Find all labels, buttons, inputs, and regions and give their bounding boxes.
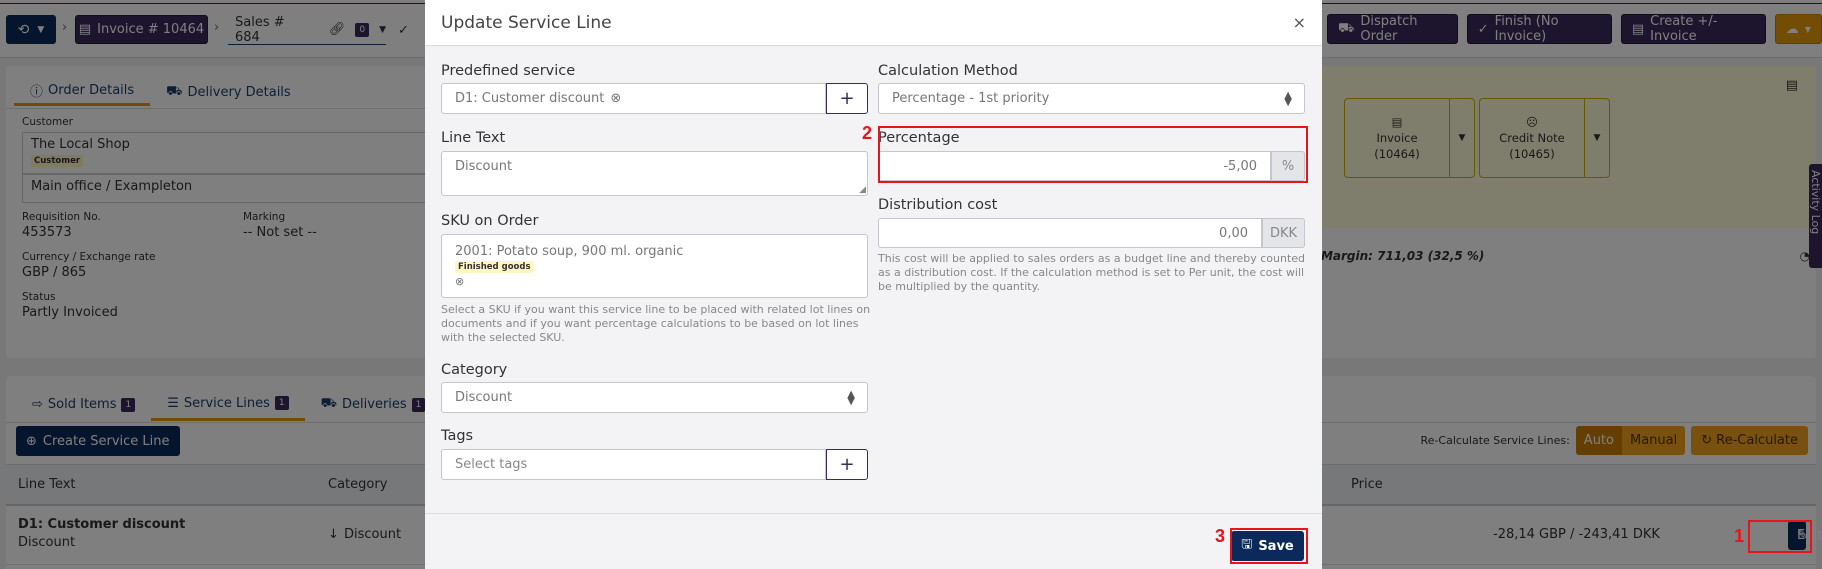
plus-icon: + bbox=[839, 454, 855, 475]
category-label: Category bbox=[441, 362, 508, 378]
calculation-method-label: Calculation Method bbox=[878, 63, 1018, 79]
annotation-box-3 bbox=[1230, 528, 1308, 564]
select-arrows-icon: ▲ ▼ bbox=[1284, 89, 1292, 108]
predefined-service-select[interactable]: D1: Customer discount ⊗ bbox=[441, 83, 826, 114]
modal-title: Update Service Line bbox=[441, 12, 612, 33]
annotation-box-2 bbox=[878, 126, 1308, 183]
add-tag-button[interactable]: + bbox=[826, 449, 868, 480]
category-select[interactable]: Discount ▲ ▼ bbox=[441, 382, 868, 413]
annotation-box-1 bbox=[1748, 520, 1812, 553]
update-service-line-modal: Update Service Line × Predefined service… bbox=[425, 0, 1322, 569]
plus-icon: + bbox=[839, 88, 855, 109]
modal-header: Update Service Line × bbox=[425, 0, 1322, 46]
distribution-cost-help-text: This cost will be applied to sales order… bbox=[878, 252, 1306, 293]
line-text-input[interactable]: Discount ◢ bbox=[441, 151, 868, 196]
tags-select[interactable]: Select tags bbox=[441, 449, 826, 480]
modal-footer-divider bbox=[425, 513, 1322, 514]
sku-select[interactable]: 2001: Potato soup, 900 ml. organic Finis… bbox=[441, 234, 868, 298]
line-text-label: Line Text bbox=[441, 130, 506, 146]
sku-badge: Finished goods bbox=[455, 261, 534, 273]
annotation-label-3: 3 bbox=[1215, 526, 1226, 546]
calculation-method-select[interactable]: Percentage - 1st priority ▲ ▼ bbox=[878, 83, 1305, 114]
distribution-cost-suffix: DKK bbox=[1262, 218, 1305, 248]
tags-label: Tags bbox=[441, 428, 474, 444]
clear-icon[interactable]: ⊗ bbox=[610, 91, 621, 106]
resize-handle-icon[interactable]: ◢ bbox=[859, 185, 866, 195]
sku-help-text: Select a SKU if you want this service li… bbox=[441, 303, 871, 344]
predefined-service-label: Predefined service bbox=[441, 63, 576, 79]
close-icon[interactable]: × bbox=[1293, 13, 1306, 32]
distribution-cost-label: Distribution cost bbox=[878, 197, 998, 213]
sku-label: SKU on Order bbox=[441, 213, 539, 229]
clear-icon[interactable]: ⊗ bbox=[455, 275, 464, 288]
annotation-label-2: 2 bbox=[862, 123, 873, 143]
annotation-label-1: 1 bbox=[1734, 526, 1745, 546]
distribution-cost-input[interactable]: 0,00 bbox=[878, 218, 1262, 248]
add-predefined-service-button[interactable]: + bbox=[826, 83, 868, 114]
select-arrows-icon: ▲ ▼ bbox=[847, 388, 855, 407]
